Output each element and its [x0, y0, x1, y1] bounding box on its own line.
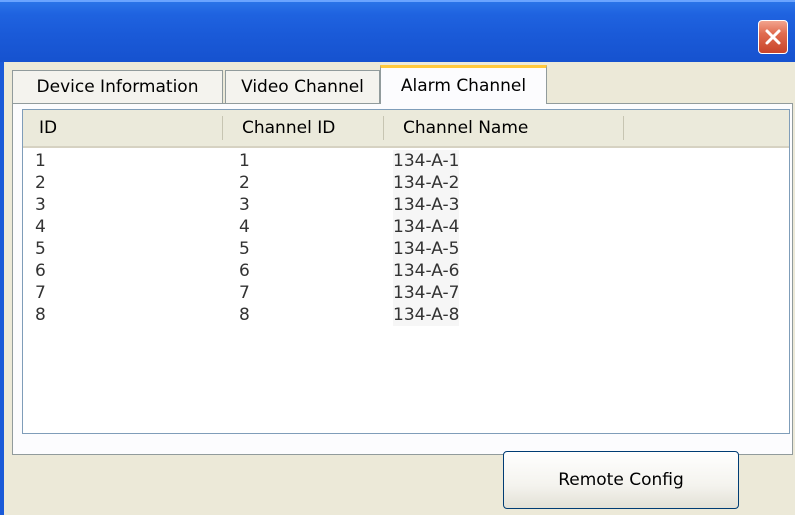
- column-header-label: Channel ID: [242, 118, 336, 138]
- cell-id: 7: [35, 283, 46, 303]
- table-row[interactable]: 4 4 134-A-4: [23, 216, 789, 238]
- tab-video-channel[interactable]: Video Channel: [225, 70, 380, 103]
- cell-id: 6: [35, 261, 46, 281]
- cell-channel-id: 5: [239, 239, 250, 259]
- column-divider[interactable]: [383, 116, 384, 140]
- column-divider[interactable]: [623, 116, 624, 140]
- cell-channel-name: 134-A-7: [393, 282, 460, 304]
- cell-id: 1: [35, 151, 46, 171]
- remote-config-button[interactable]: Remote Config: [503, 451, 739, 509]
- table-row[interactable]: 2 2 134-A-2: [23, 172, 789, 194]
- cell-channel-id: 6: [239, 261, 250, 281]
- column-header-channel-id[interactable]: Channel ID: [242, 110, 335, 146]
- dialog-window: Device Information Video Channel Alarm C…: [0, 0, 795, 515]
- table-row[interactable]: 8 8 134-A-8: [23, 304, 789, 326]
- dialog-client-area: Device Information Video Channel Alarm C…: [0, 62, 795, 515]
- cell-channel-name: 134-A-6: [393, 260, 460, 282]
- table-row[interactable]: 6 6 134-A-6: [23, 260, 789, 282]
- column-header-label: ID: [39, 118, 58, 138]
- cell-channel-name: 134-A-4: [393, 216, 460, 238]
- close-icon: [765, 29, 781, 45]
- cell-channel-id: 8: [239, 305, 250, 325]
- table-row[interactable]: 1 1 134-A-1: [23, 150, 789, 172]
- list-header: ID Channel ID Channel Name: [23, 110, 789, 148]
- cell-channel-name: 134-A-3: [393, 194, 460, 216]
- table-row[interactable]: 5 5 134-A-5: [23, 238, 789, 260]
- cell-channel-id: 3: [239, 195, 250, 215]
- column-divider[interactable]: [222, 116, 223, 140]
- cell-channel-name: 134-A-2: [393, 172, 460, 194]
- tab-label: Video Channel: [241, 77, 364, 97]
- cell-channel-id: 1: [239, 151, 250, 171]
- cell-channel-name: 134-A-1: [393, 150, 460, 172]
- column-header-channel-name[interactable]: Channel Name: [403, 110, 528, 146]
- cell-id: 3: [35, 195, 46, 215]
- cell-id: 5: [35, 239, 46, 259]
- table-row[interactable]: 3 3 134-A-3: [23, 194, 789, 216]
- tab-alarm-channel[interactable]: Alarm Channel: [380, 65, 547, 104]
- column-header-id[interactable]: ID: [39, 110, 57, 146]
- cell-id: 8: [35, 305, 46, 325]
- cell-channel-name: 134-A-5: [393, 238, 460, 260]
- alarm-channel-list[interactable]: ID Channel ID Channel Name 1 1 134-A-1 2…: [22, 109, 790, 434]
- column-header-label: Channel Name: [403, 118, 529, 138]
- remote-config-label: Remote Config: [558, 470, 684, 490]
- cell-channel-id: 2: [239, 173, 250, 193]
- cell-channel-id: 4: [239, 217, 250, 237]
- title-bar[interactable]: [0, 0, 795, 62]
- tab-label: Alarm Channel: [400, 76, 527, 96]
- table-row[interactable]: 7 7 134-A-7: [23, 282, 789, 304]
- tab-device-information[interactable]: Device Information: [12, 70, 223, 103]
- cell-id: 2: [35, 173, 46, 193]
- cell-id: 4: [35, 217, 46, 237]
- tab-label: Device Information: [36, 77, 199, 97]
- window-left-border: [0, 62, 4, 515]
- close-button[interactable]: [758, 20, 788, 54]
- cell-channel-id: 7: [239, 283, 250, 303]
- cell-channel-name: 134-A-8: [393, 304, 460, 326]
